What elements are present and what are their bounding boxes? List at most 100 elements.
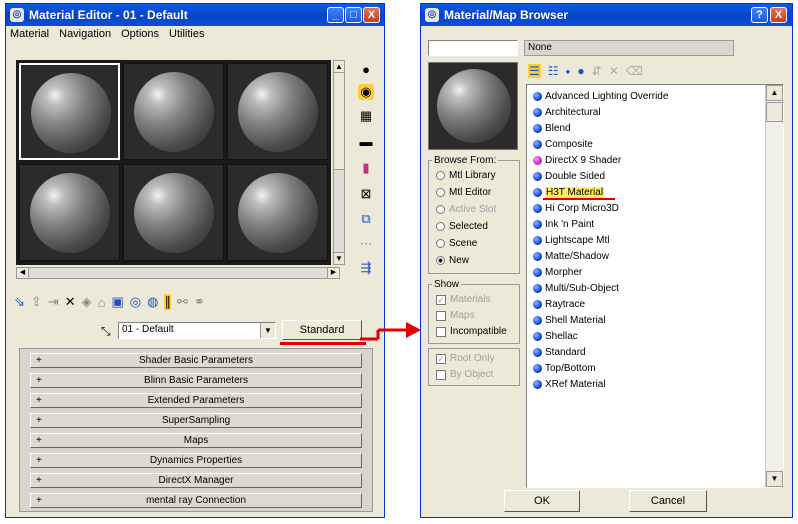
list-vertical-scrollbar[interactable]: ▲ ▼ (765, 85, 783, 487)
menu-material[interactable]: Material (10, 28, 49, 44)
pick-material-icon[interactable]: ⤡ (101, 324, 111, 339)
update-scene-materials-icon[interactable]: ⇵ (592, 64, 602, 78)
rollout-supersampling[interactable]: + SuperSampling (30, 413, 362, 428)
menu-navigation[interactable]: Navigation (59, 28, 111, 44)
background-icon[interactable]: ▦ (358, 108, 374, 124)
clear-library-icon[interactable]: ⌫ (626, 64, 643, 78)
sample-slot[interactable] (19, 63, 120, 160)
rollout-maps[interactable]: + Maps (30, 433, 362, 448)
list-item[interactable]: Raytrace (533, 296, 585, 312)
list-item[interactable]: Morpher (533, 264, 582, 280)
list-item[interactable]: Matte/Shadow (533, 248, 609, 264)
rollout-dynamics[interactable]: + Dynamics Properties (30, 453, 362, 468)
rollout-directx[interactable]: + DirectX Manager (30, 473, 362, 488)
list-item[interactable]: Composite (533, 136, 593, 152)
maximize-button[interactable]: □ (345, 7, 362, 23)
radio-scene[interactable]: Scene (436, 238, 477, 249)
put-to-scene-icon[interactable]: ⇪ (31, 294, 42, 310)
radio-new[interactable]: New (436, 255, 469, 266)
scroll-down-arrow-icon[interactable]: ▼ (334, 252, 344, 264)
get-material-icon[interactable]: ⇘ (14, 294, 25, 310)
go-forward-to-sibling-icon[interactable]: ⚭ (194, 294, 205, 310)
slots-horizontal-scrollbar[interactable]: ◀ ▶ (16, 267, 340, 279)
check-incompatible[interactable]: Incompatible (436, 326, 507, 337)
minimize-button[interactable]: _ (327, 7, 344, 23)
uv-tiling-icon[interactable]: ▬ (358, 134, 374, 150)
radio-mtl-library[interactable]: Mtl Library (436, 170, 496, 181)
view-list-icon[interactable]: ☰ (528, 64, 541, 78)
list-item[interactable]: Architectural (533, 104, 601, 120)
copy-material-icon[interactable]: ◈ (82, 294, 92, 310)
scroll-thumb[interactable] (766, 102, 783, 122)
scroll-down-arrow-icon[interactable]: ▼ (766, 471, 783, 487)
video-color-check-icon[interactable]: ▮ (358, 160, 374, 176)
view-large-icons-icon[interactable]: ● (577, 64, 584, 78)
sample-slot[interactable] (19, 164, 120, 261)
menu-bar: Material Navigation Options Utilities (10, 28, 204, 44)
scroll-up-arrow-icon[interactable]: ▲ (334, 61, 344, 73)
sample-slot[interactable] (123, 63, 224, 160)
show-map-in-viewport-icon[interactable]: ◍ (147, 294, 158, 310)
browser-name-field: None (524, 40, 734, 56)
sample-slot[interactable] (227, 63, 328, 160)
menu-options[interactable]: Options (121, 28, 159, 44)
material-navigator-icon[interactable]: ⇶ (358, 260, 374, 276)
scroll-up-arrow-icon[interactable]: ▲ (766, 85, 783, 101)
view-list-icons-icon[interactable]: ☷ (548, 64, 559, 78)
sample-slot[interactable] (227, 164, 328, 261)
material-effects-channel-icon[interactable]: ◎ (130, 294, 141, 310)
list-item[interactable]: Shellac (533, 328, 578, 344)
backlight-icon[interactable]: ◉ (358, 84, 374, 100)
material-editor-titlebar[interactable]: ◎ Material Editor - 01 - Default _ □ X (6, 4, 384, 26)
scroll-right-arrow-icon[interactable]: ▶ (327, 268, 339, 278)
sample-slot[interactable] (123, 164, 224, 261)
list-item[interactable]: XRef Material (533, 376, 606, 392)
menu-utilities[interactable]: Utilities (169, 28, 204, 44)
rollout-blinn-basic[interactable]: + Blinn Basic Parameters (30, 373, 362, 388)
assign-to-selection-icon[interactable]: ⇥ (48, 294, 59, 310)
rollout-extended[interactable]: + Extended Parameters (30, 393, 362, 408)
radio-selected[interactable]: Selected (436, 221, 488, 232)
cancel-button[interactable]: Cancel (629, 490, 707, 512)
rollout-shader-basic[interactable]: + Shader Basic Parameters (30, 353, 362, 368)
rollout-mental-ray[interactable]: + mental ray Connection (30, 493, 362, 508)
slots-vertical-scrollbar[interactable]: ▲ ▼ (333, 60, 345, 265)
list-item[interactable]: Advanced Lighting Override (533, 88, 668, 104)
show-end-result-icon[interactable]: ∥ (164, 294, 171, 310)
make-unique-icon[interactable]: ⌂ (98, 295, 106, 310)
list-item[interactable]: Hi Corp Micro3D (533, 200, 619, 216)
close-button[interactable]: X (770, 7, 787, 23)
reset-material-icon[interactable]: ✕ (65, 294, 76, 310)
material-name-dropdown[interactable]: 01 - Default ▼ (118, 322, 276, 339)
sample-type-icon[interactable]: ● (358, 62, 374, 78)
list-item[interactable]: DirectX 9 Shader (533, 152, 621, 168)
list-item[interactable]: Multi/Sub-Object (533, 280, 619, 296)
scroll-thumb[interactable] (334, 73, 344, 170)
chevron-down-icon[interactable]: ▼ (260, 323, 275, 338)
scroll-left-arrow-icon[interactable]: ◀ (17, 268, 29, 278)
list-item[interactable]: Top/Bottom (533, 360, 596, 376)
material-sphere-icon (533, 235, 542, 245)
radio-icon (436, 188, 445, 197)
close-button[interactable]: X (363, 7, 380, 23)
list-item[interactable]: Standard (533, 344, 586, 360)
list-item[interactable]: Ink 'n Paint (533, 216, 594, 232)
list-item[interactable]: Blend (533, 120, 571, 136)
browser-search-field[interactable] (428, 40, 518, 56)
help-button[interactable]: ? (751, 7, 768, 23)
view-small-icons-icon[interactable]: ● (566, 67, 571, 76)
list-item[interactable]: Shell Material (533, 312, 606, 328)
radio-mtl-editor[interactable]: Mtl Editor (436, 187, 491, 198)
make-preview-icon[interactable]: ⊠ (358, 186, 374, 202)
material-type-button[interactable]: Standard (282, 320, 362, 340)
select-by-material-icon[interactable]: ⋯ (358, 236, 374, 252)
put-to-library-icon[interactable]: ▣ (111, 294, 123, 310)
list-item[interactable]: Lightscape Mtl (533, 232, 609, 248)
go-to-parent-icon[interactable]: ⚯ (177, 294, 188, 310)
delete-from-library-icon[interactable]: ✕ (609, 64, 619, 78)
map-browser-titlebar[interactable]: ◎ Material/Map Browser ? X (421, 4, 792, 26)
sample-slots-area (16, 60, 331, 265)
options-icon[interactable]: ⧉ (358, 211, 374, 227)
ok-button[interactable]: OK (504, 490, 580, 512)
list-item[interactable]: Double Sided (533, 168, 605, 184)
